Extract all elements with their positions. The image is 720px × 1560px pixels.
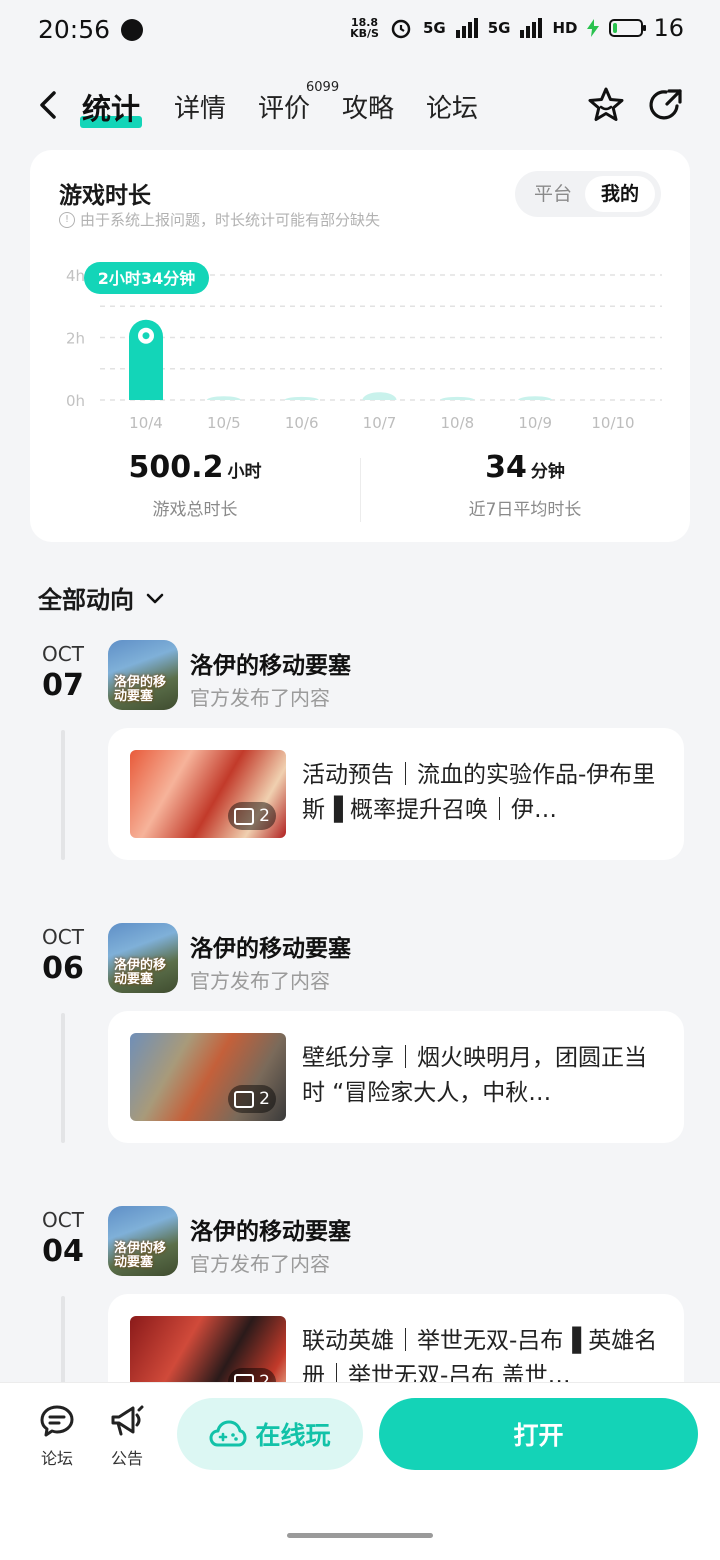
avg-playtime: 34 分钟 近7日平均时长 [360,450,690,520]
avg-label: 近7日平均时长 [468,500,582,520]
avg-value: 34 [485,450,527,485]
notification-dot-icon [121,19,143,41]
bar-10-9 [518,396,553,400]
avg-unit: 分钟 [530,462,565,482]
x-tick-label: 10/6 [285,414,319,432]
x-tick-label: 10/5 [207,414,241,432]
entry-day: 06 [42,951,84,986]
y-tick-label: 4h [66,267,85,285]
tab-forum[interactable]: 论坛 [426,88,478,125]
reviews-count-badge: 6099 [306,80,340,95]
post-thumbnail: 2 [130,750,286,838]
entry-action: 官方发布了内容 [190,1252,330,1276]
x-tick-label: 10/7 [363,414,397,432]
timeline-line [61,730,65,860]
forum-button[interactable]: 论坛 [27,1403,87,1469]
tab-details[interactable]: 详情 [174,88,226,125]
x-tick-label: 10/10 [591,414,634,432]
play-online-button[interactable]: 在线玩 [177,1398,363,1470]
x-tick-label: 10/8 [440,414,474,432]
scope-toggle: 平台 我的 [515,171,661,217]
home-indicator[interactable] [287,1533,433,1538]
image-icon [234,807,255,825]
status-bar: 20:56 18.8 KB/S 5G 5G HD 16 [0,0,720,62]
signal-5g-icon-2: 5G [487,19,511,37]
bar-10-6 [284,396,319,400]
bar-10-7 [362,392,397,400]
bar-10-5 [206,396,241,400]
entry-day: 07 [42,668,84,703]
megaphone-icon [111,1405,144,1436]
card-title: 游戏时长 [59,183,151,209]
post-card[interactable]: 2 活动预告｜流血的实验作品-伊布里斯▐ 概率提升召唤｜伊… [108,728,684,860]
total-playtime: 500.2 小时 游戏总时长 [30,450,360,520]
net-speed: 18.8 KB/S [350,16,379,40]
charging-icon [587,19,600,37]
bar-10-8 [440,396,475,400]
favorite-star-icon[interactable] [587,86,625,124]
hd-icon: HD [552,19,578,37]
info-icon: ! [59,211,75,228]
game-icon[interactable]: 洛伊的移动要塞 [108,1206,178,1276]
y-tick-label: 2h [66,330,85,348]
playtime-card: 游戏时长 ! 由于系统上报问题，时长统计可能有部分缺失 平台 我的 0h 2h 4h… [30,150,690,542]
post-thumbnail: 2 [130,1033,286,1121]
image-icon [234,1090,255,1108]
feed-entry: OCT 07 洛伊的移动要塞 洛伊的移动要塞 官方发布了内容 2 活动预告｜流血… [0,640,720,890]
entry-action: 官方发布了内容 [190,969,330,993]
alarm-icon [391,19,411,39]
status-icons: 18.8 KB/S 5G 5G HD 16 [350,14,684,42]
top-nav: 统计 详情 评价 6099 攻略 论坛 [0,72,720,142]
notice-button[interactable]: 公告 [97,1403,157,1469]
toggle-platform[interactable]: 平台 [521,176,585,212]
signal-5g-icon: 5G [422,19,446,37]
image-count-badge: 2 [228,1085,276,1113]
value-tooltip-label: 2小时34分钟 [98,269,195,288]
tab-stats[interactable]: 统计 [80,86,143,128]
image-count-badge: 2 [228,802,276,830]
playtime-chart: 0h 2h 4h 2小时34分钟 10/4 10/5 10/6 10/7 10/8 10/9 10/… [66,262,662,432]
chat-bubble-icon [40,1405,74,1437]
entry-month: OCT [42,642,84,666]
feed-entry: OCT 06 洛伊的移动要塞 洛伊的移动要塞 官方发布了内容 2 壁纸分享｜烟火… [0,923,720,1173]
timeline-line [61,1013,65,1143]
total-unit: 小时 [227,462,262,482]
total-value: 500.2 [128,450,224,485]
feed-filter[interactable]: 全部动向 [38,580,166,615]
bar-marker-dot [142,332,150,340]
open-game-button[interactable]: 打开 [379,1398,698,1470]
data-note: ! 由于系统上报问题，时长统计可能有部分缺失 [59,209,380,230]
back-arrow-icon[interactable] [36,90,62,120]
post-text: 活动预告｜流血的实验作品-伊布里斯▐ 概率提升召唤｜伊… [302,762,656,823]
entry-day: 04 [42,1234,84,1269]
post-card[interactable]: 2 壁纸分享｜烟火映明月，团圆正当时 “冒险家大人，中秋… [108,1011,684,1143]
entry-month: OCT [42,1208,84,1232]
cloud-gamepad-icon [209,1420,247,1447]
tab-reviews[interactable]: 评价 [258,88,310,125]
chevron-down-icon [146,593,164,603]
clock: 20:56 [38,15,111,44]
y-tick-label: 0h [66,392,85,410]
game-name[interactable]: 洛伊的移动要塞 [190,646,351,680]
signal-bars-icon-2 [520,18,543,38]
battery-level: 16 [653,14,684,42]
game-name[interactable]: 洛伊的移动要塞 [190,929,351,963]
game-icon[interactable]: 洛伊的移动要塞 [108,923,178,993]
entry-action: 官方发布了内容 [190,686,330,710]
tab-guides[interactable]: 攻略 [342,88,394,125]
post-text: 壁纸分享｜烟火映明月，团圆正当时 “冒险家大人，中秋… [302,1045,647,1106]
x-tick-label: 10/4 [129,414,163,432]
entry-month: OCT [42,925,84,949]
share-icon[interactable] [647,86,685,124]
toggle-mine[interactable]: 我的 [585,176,655,212]
game-icon[interactable]: 洛伊的移动要塞 [108,640,178,710]
signal-bars-icon [455,18,478,38]
x-tick-label: 10/9 [518,414,552,432]
total-label: 游戏总时长 [152,500,238,520]
battery-icon [609,19,647,37]
game-name[interactable]: 洛伊的移动要塞 [190,1212,351,1246]
